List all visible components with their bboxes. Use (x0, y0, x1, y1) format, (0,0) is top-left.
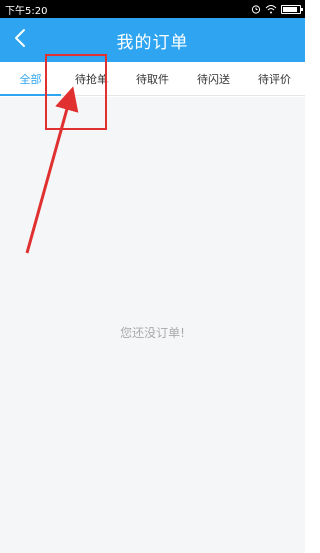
battery-icon (281, 4, 303, 14)
status-time: 下午5:20 (5, 5, 48, 17)
battery-level (283, 6, 297, 12)
page-title: 我的订单 (116, 32, 189, 53)
status-bar: 下午5:20 (0, 0, 305, 18)
alarm-icon (251, 4, 261, 14)
chevron-left-icon (13, 28, 27, 52)
empty-state-message: 您还没订单! (120, 326, 185, 340)
annotation-highlight-box (45, 54, 107, 130)
tab-label: 待取件 (136, 72, 169, 86)
tab-label: 待评价 (258, 72, 291, 86)
tab-pending-delivery[interactable]: 待闪送 (183, 62, 244, 95)
tab-label: 全部 (19, 72, 42, 86)
wifi-icon (265, 4, 277, 14)
tab-pending-pickup[interactable]: 待取件 (122, 62, 183, 95)
tab-pending-review[interactable]: 待评价 (244, 62, 305, 95)
back-button[interactable] (6, 26, 34, 54)
order-list-area: 您还没订单! (0, 97, 305, 553)
tab-label: 待闪送 (197, 72, 230, 86)
